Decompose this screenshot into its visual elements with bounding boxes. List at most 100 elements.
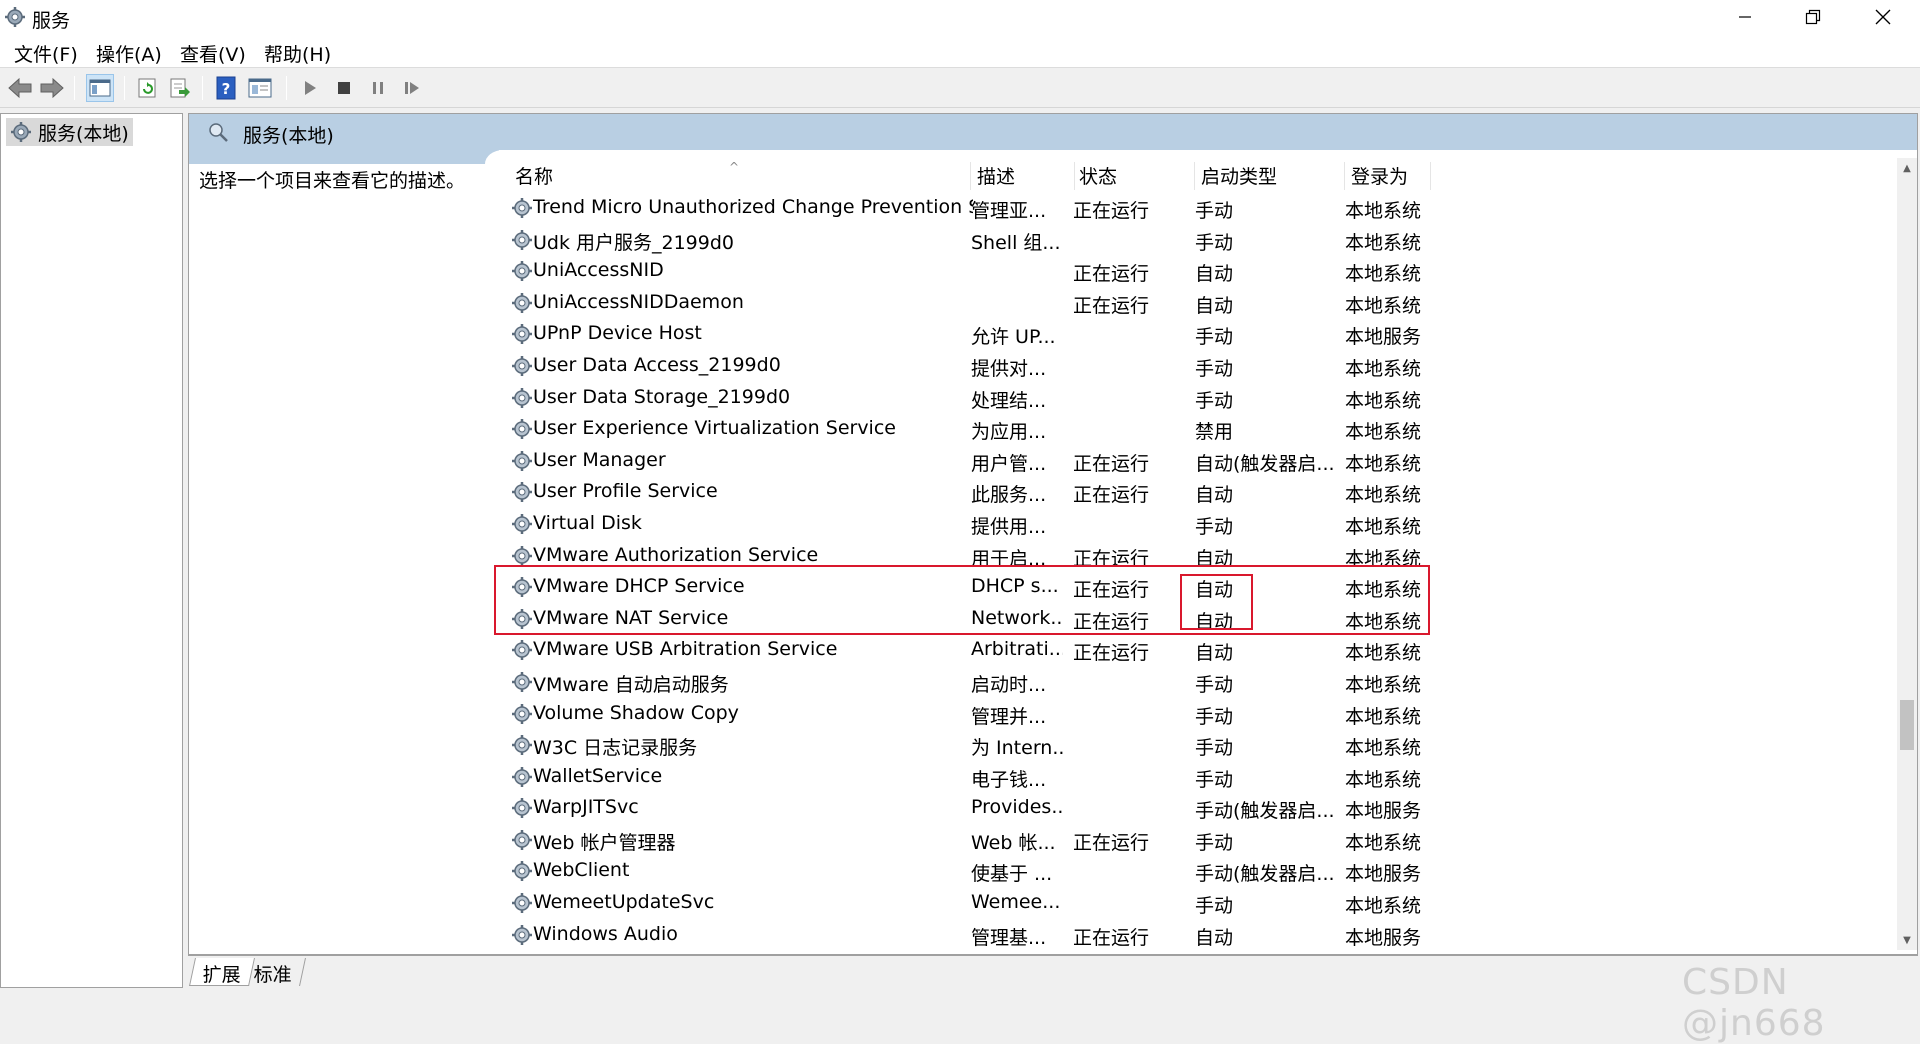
- service-row[interactable]: User Profile Service 此服务... 正在运行 自动 本地系统: [509, 476, 1897, 508]
- service-startup-type: 自动: [1195, 642, 1234, 665]
- scroll-thumb[interactable]: [1900, 700, 1914, 750]
- column-header-status[interactable]: 状态: [1073, 162, 1195, 190]
- service-row[interactable]: Trend Micro Unauthorized Change Preventi…: [509, 192, 1897, 224]
- service-log-on-as: 本地服务: [1345, 800, 1422, 823]
- column-header-description[interactable]: 描述: [971, 162, 1075, 190]
- scroll-up-icon[interactable]: ▲: [1897, 158, 1917, 178]
- service-row[interactable]: WebClient 使基于 ... 手动(触发器启... 本地服务: [509, 855, 1897, 887]
- service-description-cell: Arbitrati...: [971, 638, 1063, 661]
- service-name: UPnP Device Host: [533, 322, 702, 345]
- highlight-vmware-rows: [494, 565, 1430, 635]
- service-row[interactable]: User Data Storage_2199d0 处理结... 手动 本地系统: [509, 382, 1897, 414]
- service-log-on-as: 本地系统: [1345, 895, 1422, 918]
- service-name: VMware Authorization Service: [533, 543, 819, 566]
- service-row[interactable]: WemeetUpdateSvc Wemee... 手动 本地系统: [509, 887, 1897, 919]
- service-description-cell: 提供对...: [971, 357, 1047, 380]
- service-log-on-as: 本地系统: [1345, 515, 1422, 538]
- service-log-on-as: 本地系统: [1345, 768, 1422, 791]
- service-gear-icon: [512, 735, 532, 756]
- service-row[interactable]: User Experience Virtualization Service 为应…: [509, 413, 1897, 445]
- column-header-name[interactable]: 名称 ^: [509, 160, 971, 190]
- service-startup-type: 手动: [1195, 705, 1234, 728]
- service-startup-type: 手动: [1195, 200, 1234, 222]
- service-description-cell: 管理亚...: [971, 200, 1047, 222]
- tree-item-services-local[interactable]: 服务(本地): [6, 118, 133, 146]
- service-row[interactable]: UniAccessNIDDaemon 正在运行 自动 本地系统: [509, 287, 1897, 319]
- minimize-button[interactable]: [1710, 0, 1780, 34]
- service-log-on-as: 本地系统: [1345, 421, 1422, 444]
- service-status: 正在运行: [1073, 452, 1150, 475]
- service-startup-type: 手动: [1195, 326, 1234, 349]
- refresh-button[interactable]: [134, 74, 162, 102]
- title-bar: 服务: [0, 0, 1920, 34]
- service-gear-icon: [512, 924, 532, 945]
- service-row[interactable]: Windows Audio 管理基... 正在运行 自动 本地服务: [509, 919, 1897, 948]
- start-service-button[interactable]: [296, 74, 324, 102]
- service-description-cell: Web 帐...: [971, 831, 1056, 854]
- service-log-on-as: 本地服务: [1345, 926, 1422, 948]
- service-row[interactable]: User Manager 用户管... 正在运行 自动(触发器启... 本地系统: [509, 445, 1897, 477]
- service-log-on-as: 本地系统: [1345, 389, 1422, 412]
- service-row[interactable]: UniAccessNID 正在运行 自动 本地系统: [509, 255, 1897, 287]
- pause-service-button[interactable]: [364, 74, 392, 102]
- service-row[interactable]: Virtual Disk 提供用... 手动 本地系统: [509, 508, 1897, 540]
- service-name: Udk 用户服务_2199d0: [533, 231, 735, 254]
- menu-help[interactable]: 帮助(H): [264, 40, 331, 67]
- close-button[interactable]: [1848, 0, 1918, 34]
- menu-file[interactable]: 文件(F): [14, 40, 78, 67]
- service-name: User Data Access_2199d0: [533, 353, 781, 376]
- service-gear-icon: [512, 292, 532, 313]
- column-name-label: 名称: [515, 166, 554, 188]
- restore-button[interactable]: [1778, 0, 1848, 34]
- service-gear-icon: [512, 513, 532, 534]
- show-hide-tree-button[interactable]: [86, 74, 114, 102]
- service-startup-type: 手动: [1195, 737, 1234, 760]
- restore-icon: [1805, 9, 1821, 25]
- service-description-cell: 管理并...: [971, 705, 1047, 728]
- menu-action[interactable]: 操作(A): [96, 40, 162, 67]
- service-status: 正在运行: [1073, 926, 1150, 948]
- stop-service-button[interactable]: [330, 74, 358, 102]
- stop-service-icon: [338, 82, 350, 94]
- vertical-scrollbar[interactable]: ▲ ▼: [1897, 158, 1917, 950]
- service-row[interactable]: W3C 日志记录服务 为 Intern... 手动 本地系统: [509, 729, 1897, 761]
- status-bar: [0, 989, 1920, 1016]
- service-row[interactable]: WarpJITSvc Provides... 手动(触发器启... 本地服务: [509, 792, 1897, 824]
- service-description-cell: 为 Intern...: [971, 737, 1063, 760]
- sort-ascending-icon: ^: [729, 160, 740, 174]
- service-row[interactable]: VMware 自动启动服务 启动时... 手动 本地系统: [509, 666, 1897, 698]
- service-row[interactable]: UPnP Device Host 允许 UP... 手动 本地服务: [509, 318, 1897, 350]
- export-list-button[interactable]: [166, 74, 194, 102]
- tab-standard[interactable]: 标准: [241, 958, 306, 986]
- service-row[interactable]: Volume Shadow Copy 管理并... 手动 本地系统: [509, 698, 1897, 730]
- service-row[interactable]: Web 帐户管理器 Web 帐... 正在运行 手动 本地系统: [509, 824, 1897, 856]
- help-button[interactable]: ?: [212, 74, 240, 102]
- column-header-log-on-as[interactable]: 登录为: [1345, 162, 1431, 190]
- service-gear-icon: [512, 640, 532, 661]
- menu-view[interactable]: 查看(V): [180, 40, 246, 67]
- column-startup-type-label: 启动类型: [1201, 166, 1278, 188]
- service-name: User Data Storage_2199d0: [533, 385, 791, 408]
- service-log-on-as: 本地系统: [1345, 200, 1422, 222]
- service-gear-icon: [512, 261, 532, 282]
- services-pane: 服务(本地) 选择一个项目来查看它的描述。 名称 ^ 描述 状态 启动类型 登录…: [188, 113, 1918, 955]
- service-row[interactable]: User Data Access_2199d0 提供对... 手动 本地系统: [509, 350, 1897, 382]
- service-gear-icon: [512, 419, 532, 440]
- service-name: W3C 日志记录服务: [533, 737, 698, 760]
- back-button[interactable]: [6, 74, 34, 102]
- toolbar-separator: [286, 76, 287, 100]
- resume-service-button[interactable]: [398, 74, 426, 102]
- service-row[interactable]: Udk 用户服务_2199d0 Shell 组... 手动 本地系统: [509, 224, 1897, 256]
- column-header-startup-type[interactable]: 启动类型: [1195, 162, 1345, 190]
- service-row[interactable]: WalletService 电子钱... 手动 本地系统: [509, 761, 1897, 793]
- toolbar-separator: [202, 76, 203, 100]
- service-name: WalletService: [533, 764, 663, 787]
- toolbar-separator: [124, 76, 125, 100]
- service-gear-icon: [512, 229, 532, 250]
- scroll-down-icon[interactable]: ▼: [1897, 930, 1917, 950]
- service-startup-type: 手动: [1195, 673, 1234, 696]
- service-row[interactable]: VMware USB Arbitration Service Arbitrati.…: [509, 634, 1897, 666]
- service-gear-icon: [512, 545, 532, 566]
- forward-button[interactable]: [38, 74, 66, 102]
- properties-button[interactable]: [246, 74, 274, 102]
